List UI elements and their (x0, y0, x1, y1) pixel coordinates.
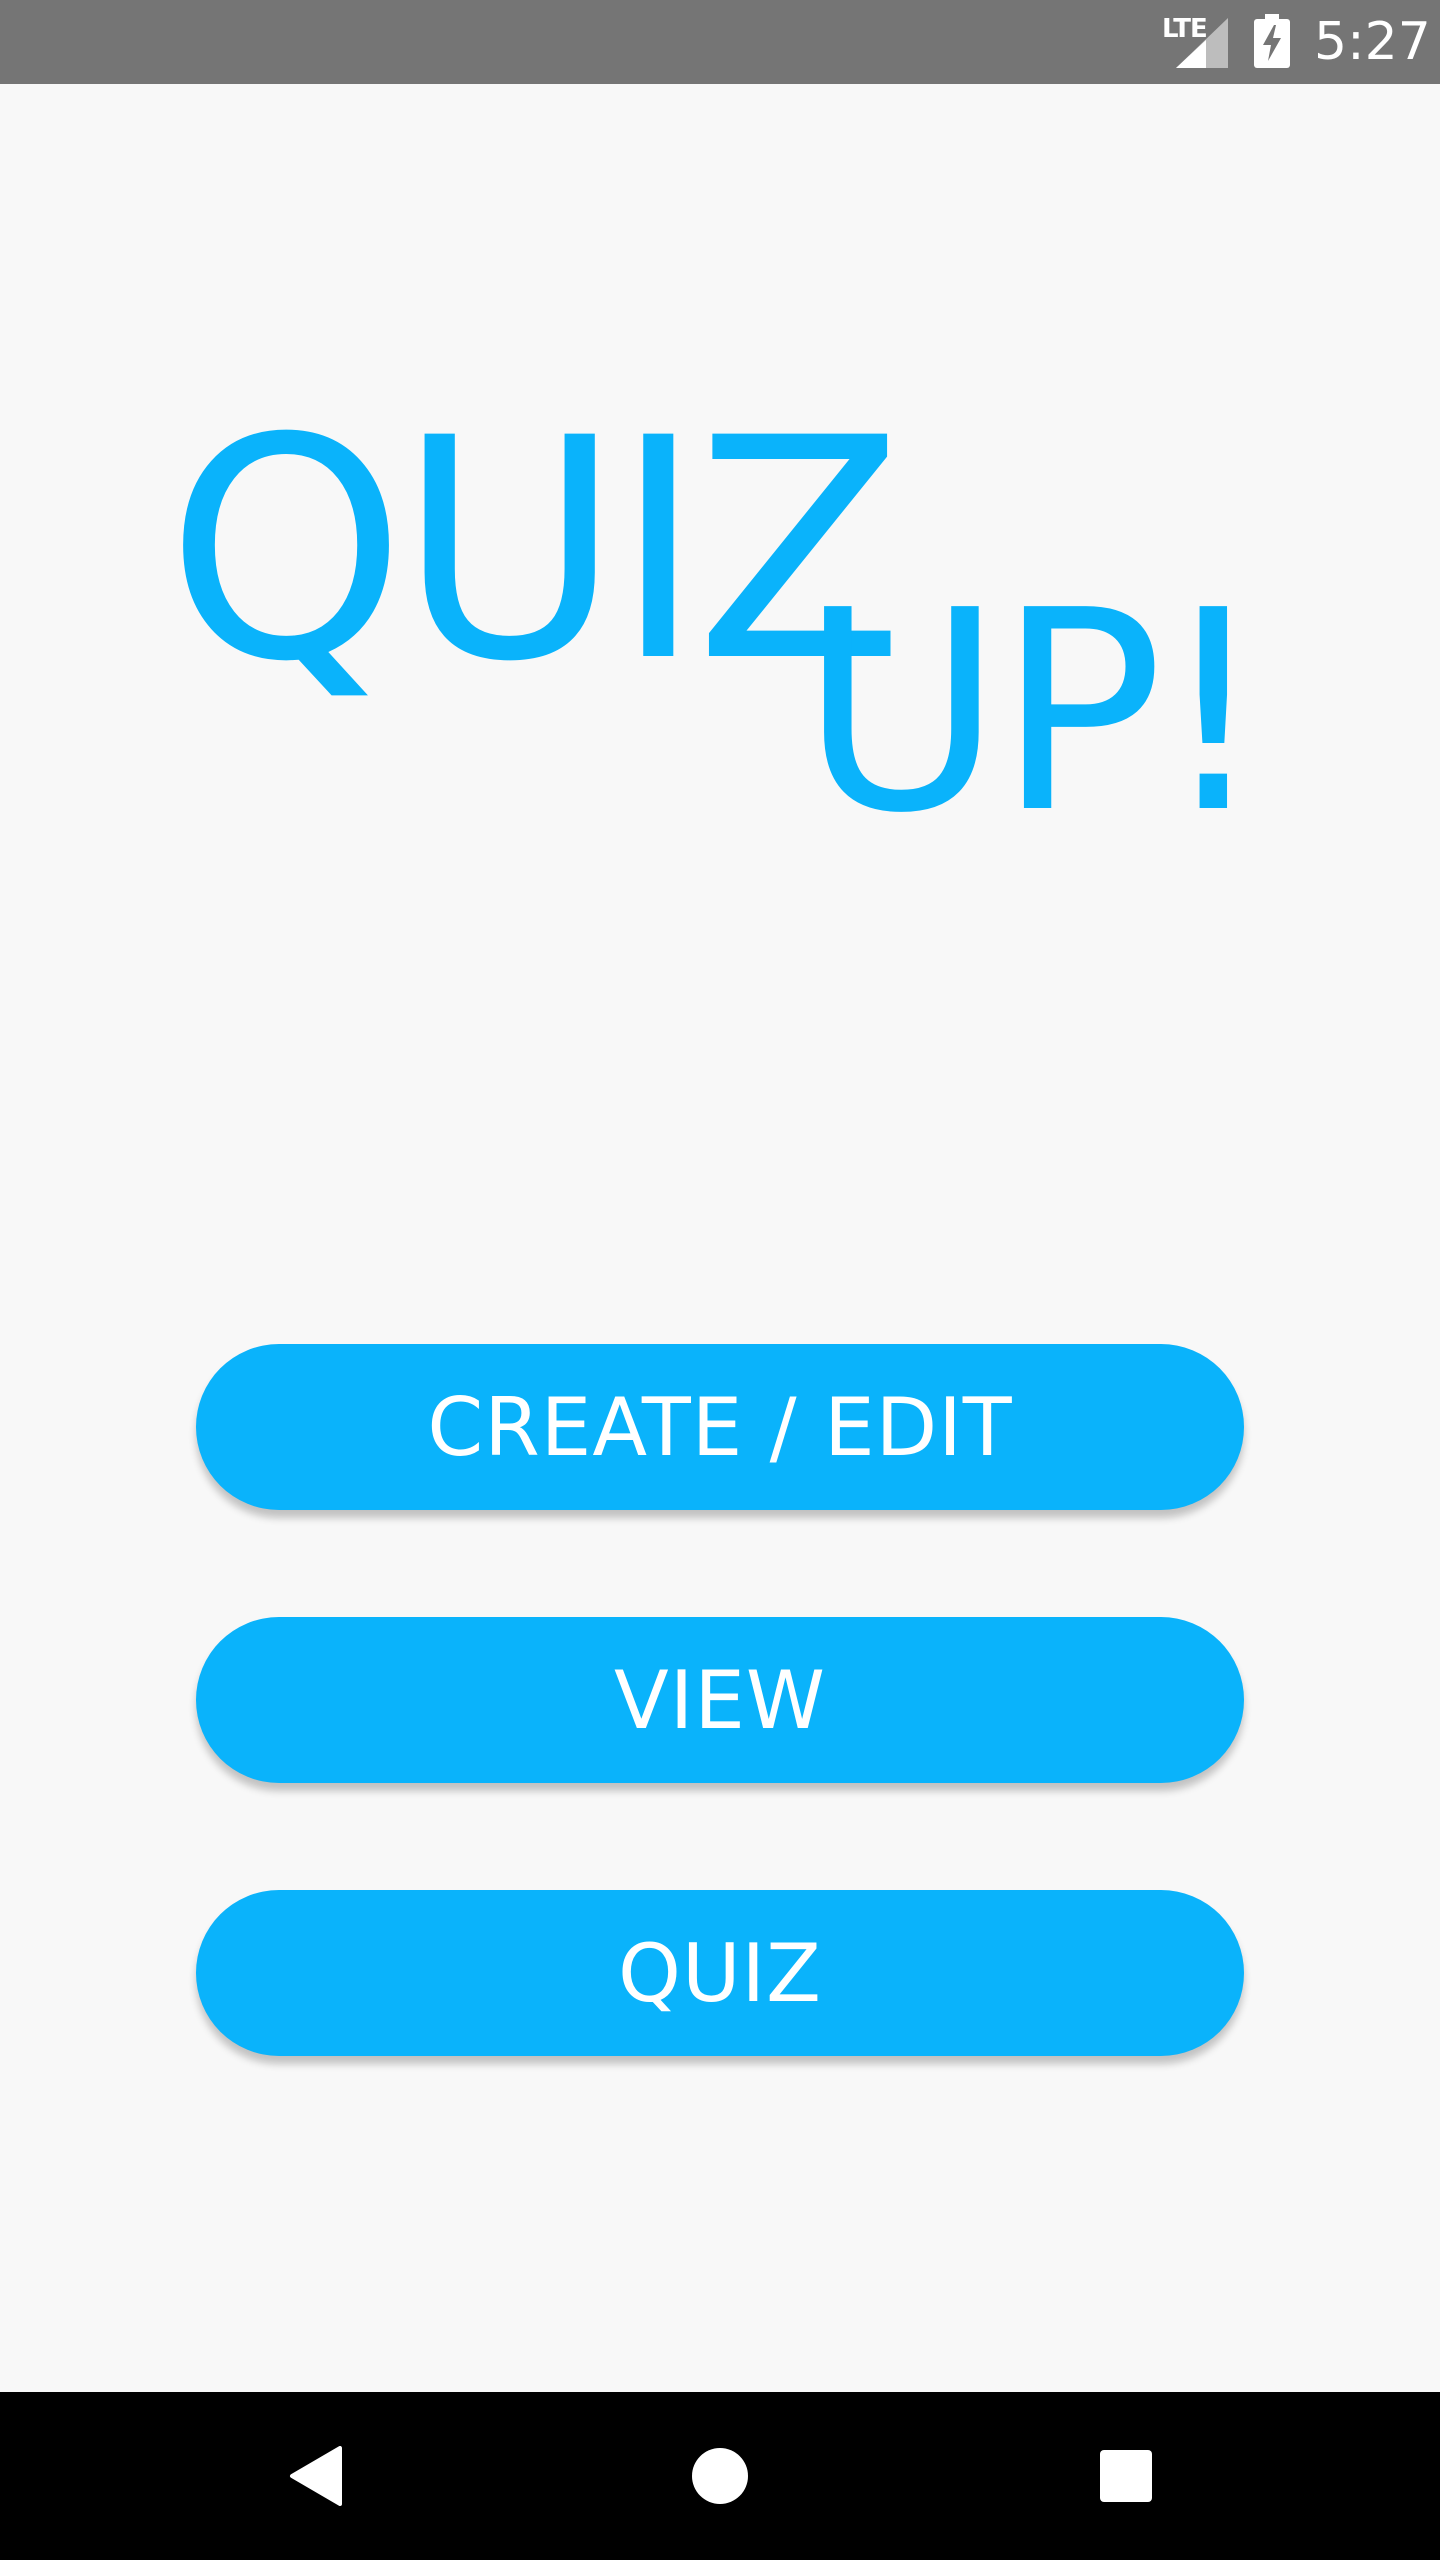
app-title-up: UP! (800, 552, 1269, 874)
recents-button[interactable] (1046, 2392, 1206, 2560)
status-bar: LTE 5:27 (0, 0, 1440, 84)
home-icon (692, 2448, 748, 2504)
home-button[interactable] (640, 2392, 800, 2560)
lte-signal-icon (1176, 18, 1228, 68)
back-button[interactable] (236, 2392, 396, 2560)
recents-icon (1100, 2450, 1152, 2502)
navigation-bar (0, 2392, 1440, 2560)
quiz-button[interactable]: QUIZ (196, 1890, 1244, 2056)
view-button[interactable]: VIEW (196, 1617, 1244, 1783)
app-title-quiz: QUIZ (166, 373, 904, 728)
create-edit-button[interactable]: CREATE / EDIT (196, 1344, 1244, 1510)
clock: 5:27 (1314, 12, 1431, 72)
back-icon (290, 2446, 342, 2506)
battery-charging-icon (1254, 14, 1290, 68)
